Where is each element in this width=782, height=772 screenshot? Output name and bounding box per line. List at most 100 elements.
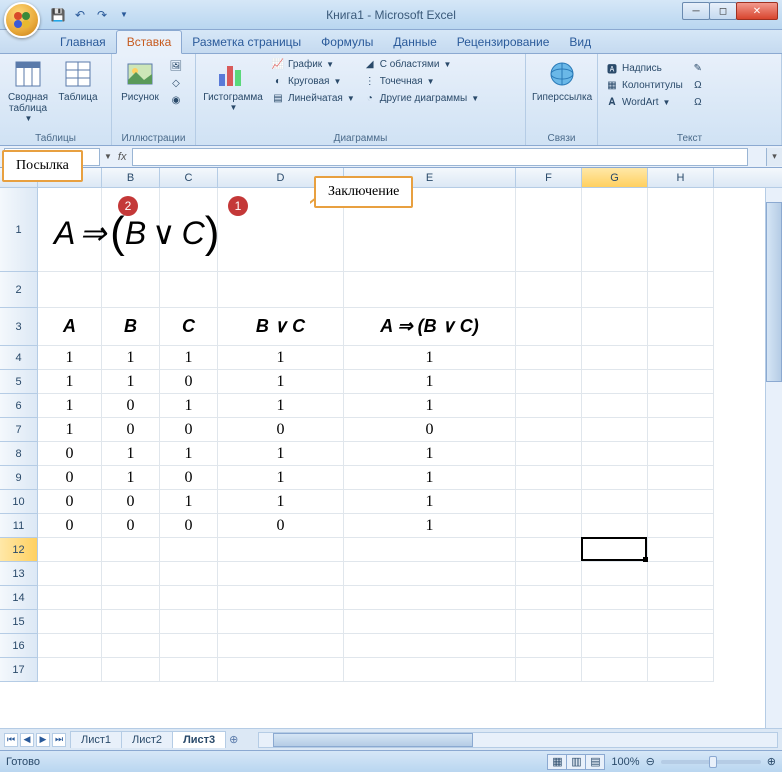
cell-E12[interactable] <box>344 538 516 562</box>
cell-B16[interactable] <box>102 634 160 658</box>
cell-G7[interactable] <box>582 418 648 442</box>
cell-B14[interactable] <box>102 586 160 610</box>
undo-icon[interactable]: ↶ <box>72 7 88 23</box>
zoom-level[interactable]: 100% <box>611 756 639 768</box>
row-header-11[interactable]: 11 <box>0 514 38 538</box>
cell-A8[interactable]: 0 <box>38 442 102 466</box>
cell-G2[interactable] <box>582 272 648 308</box>
cell-B13[interactable] <box>102 562 160 586</box>
cell-E17[interactable] <box>344 658 516 682</box>
cell-F3[interactable] <box>516 308 582 346</box>
zoom-in-button[interactable]: ⊕ <box>767 755 776 768</box>
cell-H14[interactable] <box>648 586 714 610</box>
sheet-nav-next[interactable]: ▶ <box>36 733 50 747</box>
cell-D8[interactable]: 1 <box>218 442 344 466</box>
cell-H17[interactable] <box>648 658 714 682</box>
tab-review[interactable]: Рецензирование <box>447 31 560 53</box>
cell-A15[interactable] <box>38 610 102 634</box>
cell-E9[interactable]: 1 <box>344 466 516 490</box>
cell-C5[interactable]: 0 <box>160 370 218 394</box>
horizontal-scrollbar[interactable] <box>258 732 778 748</box>
cell-H15[interactable] <box>648 610 714 634</box>
cell-G16[interactable] <box>582 634 648 658</box>
cell-G8[interactable] <box>582 442 648 466</box>
cell-D12[interactable] <box>218 538 344 562</box>
qat-dropdown-icon[interactable]: ▼ <box>116 7 132 23</box>
row-header-15[interactable]: 15 <box>0 610 38 634</box>
cell-D16[interactable] <box>218 634 344 658</box>
sheet-tab-Лист3[interactable]: Лист3 <box>172 731 226 748</box>
cell-G1[interactable] <box>582 188 648 272</box>
cell-A16[interactable] <box>38 634 102 658</box>
column-header-G[interactable]: G <box>582 168 648 187</box>
cell-H7[interactable] <box>648 418 714 442</box>
cell-F7[interactable] <box>516 418 582 442</box>
cell-F11[interactable] <box>516 514 582 538</box>
row-header-7[interactable]: 7 <box>0 418 38 442</box>
column-chart-button[interactable]: Гистограмма▼ <box>200 56 266 114</box>
cell-D11[interactable]: 0 <box>218 514 344 538</box>
textbox-button[interactable]: 🅰Надпись <box>602 60 686 76</box>
cell-G10[interactable] <box>582 490 648 514</box>
cell-D13[interactable] <box>218 562 344 586</box>
sheet-nav-first[interactable]: ⏮ <box>4 733 18 747</box>
cell-E16[interactable] <box>344 634 516 658</box>
cell-E5[interactable]: 1 <box>344 370 516 394</box>
cell-C11[interactable]: 0 <box>160 514 218 538</box>
cell-H3[interactable] <box>648 308 714 346</box>
cell-A3[interactable]: A <box>38 308 102 346</box>
cell-E4[interactable]: 1 <box>344 346 516 370</box>
cell-D9[interactable]: 1 <box>218 466 344 490</box>
row-header-5[interactable]: 5 <box>0 370 38 394</box>
cell-B9[interactable]: 1 <box>102 466 160 490</box>
cell-C10[interactable]: 1 <box>160 490 218 514</box>
hyperlink-button[interactable]: Гиперссылка <box>530 56 594 105</box>
cell-C7[interactable]: 0 <box>160 418 218 442</box>
cell-H10[interactable] <box>648 490 714 514</box>
wordart-button[interactable]: 𝐀WordArt▼ <box>602 94 686 110</box>
cell-B2[interactable] <box>102 272 160 308</box>
cell-D7[interactable]: 0 <box>218 418 344 442</box>
column-header-C[interactable]: C <box>160 168 218 187</box>
tab-view[interactable]: Вид <box>559 31 601 53</box>
clipart-button[interactable]: 🖼 <box>166 58 186 74</box>
cell-G5[interactable] <box>582 370 648 394</box>
zoom-out-button[interactable]: ⊖ <box>646 755 655 768</box>
cell-F1[interactable] <box>516 188 582 272</box>
cell-H8[interactable] <box>648 442 714 466</box>
row-header-1[interactable]: 1 <box>0 188 38 272</box>
cell-E2[interactable] <box>344 272 516 308</box>
maximize-button[interactable]: ◻ <box>709 2 737 20</box>
vertical-scrollbar[interactable] <box>765 188 782 728</box>
row-header-13[interactable]: 13 <box>0 562 38 586</box>
object-button[interactable]: Ω <box>688 77 708 93</box>
cell-A2[interactable] <box>38 272 102 308</box>
cell-E6[interactable]: 1 <box>344 394 516 418</box>
cell-E15[interactable] <box>344 610 516 634</box>
cell-G15[interactable] <box>582 610 648 634</box>
cell-A7[interactable]: 1 <box>38 418 102 442</box>
zoom-slider[interactable] <box>661 760 761 764</box>
cell-A6[interactable]: 1 <box>38 394 102 418</box>
line-chart-button[interactable]: 📈График▼ <box>268 56 358 72</box>
cell-F14[interactable] <box>516 586 582 610</box>
redo-icon[interactable]: ↷ <box>94 7 110 23</box>
new-sheet-button[interactable]: ⊕ <box>229 733 238 746</box>
other-charts-button[interactable]: ◔Другие диаграммы▼ <box>360 90 482 106</box>
symbol-button[interactable]: Ω <box>688 94 708 110</box>
cell-F2[interactable] <box>516 272 582 308</box>
tab-insert[interactable]: Вставка <box>116 30 183 54</box>
cell-A14[interactable] <box>38 586 102 610</box>
cell-H16[interactable] <box>648 634 714 658</box>
cell-A9[interactable]: 0 <box>38 466 102 490</box>
row-header-10[interactable]: 10 <box>0 490 38 514</box>
cell-C12[interactable] <box>160 538 218 562</box>
cell-C16[interactable] <box>160 634 218 658</box>
row-header-8[interactable]: 8 <box>0 442 38 466</box>
cell-H13[interactable] <box>648 562 714 586</box>
cell-D6[interactable]: 1 <box>218 394 344 418</box>
area-chart-button[interactable]: ◢С областями▼ <box>360 56 482 72</box>
cell-F12[interactable] <box>516 538 582 562</box>
row-header-17[interactable]: 17 <box>0 658 38 682</box>
pie-chart-button[interactable]: ◐Круговая▼ <box>268 73 358 89</box>
